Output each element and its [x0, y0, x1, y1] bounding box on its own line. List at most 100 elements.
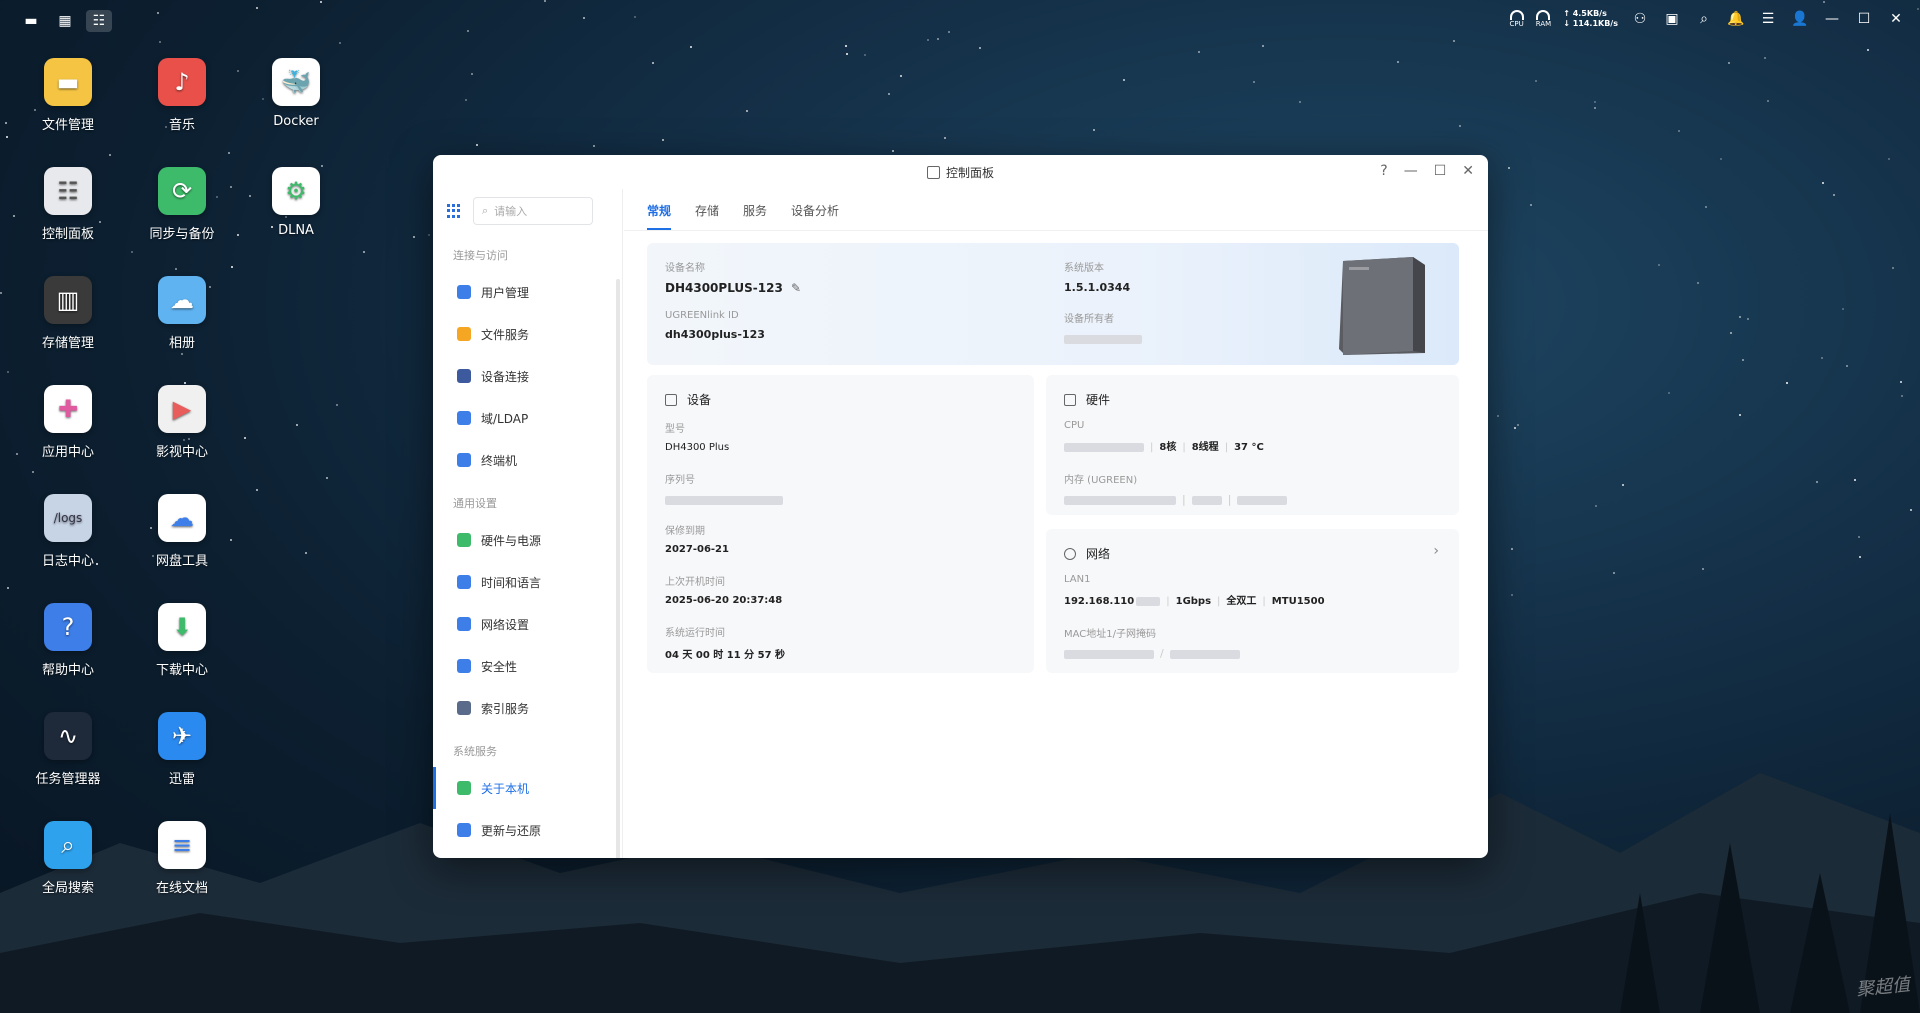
desktop-icon-download[interactable]: ⬇ 下载中心 — [132, 603, 232, 678]
tab[interactable]: 存储 — [695, 202, 719, 230]
desktop-icon-task-manager[interactable]: ∿ 任务管理器 — [18, 712, 118, 787]
star — [476, 144, 478, 146]
download-icon: ⬇ — [158, 603, 206, 651]
maximize-icon[interactable]: ☐ — [1434, 163, 1447, 179]
desktop-icon-dlna[interactable]: ⚙ DLNA — [246, 167, 346, 238]
edit-icon[interactable]: ✎ — [791, 281, 801, 295]
desktop-icon-label: 网盘工具 — [155, 554, 208, 569]
minimize-icon[interactable]: — — [1822, 9, 1842, 29]
star — [237, 234, 239, 236]
desktop-icon-thunder[interactable]: ✈ 迅雷 — [132, 712, 232, 787]
help-icon[interactable]: ? — [1380, 163, 1387, 179]
hardware-card-title: 硬件 — [1086, 393, 1111, 407]
desktop-icon-folder[interactable]: ▬ 文件管理 — [18, 58, 118, 133]
sidebar-item[interactable]: 时间和语言 — [433, 561, 622, 603]
monitor-icon[interactable]: ▣ — [1662, 9, 1682, 29]
chevron-right-icon[interactable]: › — [1433, 543, 1439, 559]
star — [593, 145, 595, 147]
star — [181, 353, 183, 355]
tab[interactable]: 服务 — [743, 202, 767, 230]
desktop-icon-help[interactable]: ? 帮助中心 — [18, 603, 118, 678]
desktop-icon-app-center[interactable]: ✚ 应用中心 — [18, 385, 118, 460]
show-desktop-icon[interactable]: ▬ — [18, 10, 44, 32]
subnet-redacted — [1169, 649, 1240, 659]
network-card-title: 网络 — [1086, 547, 1111, 561]
sidebar-item[interactable]: 关于本机 — [433, 767, 622, 809]
sidebar-item[interactable]: 设备连接 — [433, 355, 622, 397]
bell-icon[interactable]: 🔔 — [1726, 9, 1746, 29]
app-grid-icon[interactable] — [447, 204, 461, 218]
search-icon: ⌕ — [482, 204, 489, 217]
folder-icon: ▬ — [44, 58, 92, 106]
star — [746, 110, 748, 112]
sidebar-group-title: 通用设置 — [453, 497, 497, 510]
network-speed[interactable]: ↑ 4.5KB/s ↓ 114.1KB/s — [1563, 9, 1618, 29]
star — [109, 154, 111, 156]
settings-list-icon[interactable]: ☰ — [1758, 9, 1778, 29]
user-device-icon[interactable]: ⚇ — [1630, 9, 1650, 29]
close-icon[interactable]: ✕ — [1462, 163, 1474, 179]
star — [846, 53, 848, 55]
desktop-icon-label: 下载中心 — [155, 663, 208, 678]
desktop-icon-label: 文件管理 — [41, 118, 94, 133]
close-icon[interactable]: ✕ — [1886, 9, 1906, 29]
star — [892, 150, 894, 152]
ram-gauge[interactable]: RAM — [1536, 10, 1551, 28]
user-icon[interactable]: 👤 — [1790, 9, 1810, 29]
sidebar-scrollbar[interactable] — [616, 279, 620, 858]
maximize-icon[interactable]: ☐ — [1854, 9, 1874, 29]
desktop-icon-docker[interactable]: 🐳 Docker — [246, 58, 346, 129]
star — [1511, 594, 1513, 596]
memory-label: 内存 (UGREEN) — [1064, 475, 1138, 486]
search-placeholder: 请输入 — [494, 205, 528, 218]
download-speed: 114.1KB/s — [1572, 19, 1618, 28]
star — [1842, 308, 1844, 310]
desktop-icon-photo[interactable]: ☁ 相册 — [132, 276, 232, 351]
desktop-icon-cloud-drive[interactable]: ☁ 网盘工具 — [132, 494, 232, 569]
window-titlebar[interactable]: 控制面板 ? — ☐ ✕ — [433, 155, 1488, 189]
star — [1720, 158, 1722, 160]
star — [1299, 101, 1301, 103]
search-input[interactable]: ⌕ 请输入 — [473, 197, 593, 225]
docker-icon: 🐳 — [272, 58, 320, 106]
tab[interactable]: 设备分析 — [791, 202, 839, 230]
desktop-icon-music[interactable]: ♪ 音乐 — [132, 58, 232, 133]
cpu-gauge[interactable]: CPU — [1510, 10, 1524, 28]
nas-device-image — [1339, 257, 1425, 355]
search-icon[interactable]: ⌕ — [1694, 9, 1714, 29]
desktop-icon-sync[interactable]: ⟳ 同步与备份 — [132, 167, 232, 242]
sidebar-item[interactable]: 索引服务 — [433, 687, 622, 729]
memory-redacted — [1064, 495, 1176, 505]
thunder-icon: ✈ — [158, 712, 206, 760]
sidebar-item-icon — [457, 659, 471, 673]
star — [1511, 548, 1513, 550]
star — [326, 477, 328, 479]
sidebar-item[interactable]: 用户管理 — [433, 271, 622, 313]
lan-label: LAN1 — [1064, 574, 1091, 585]
tab[interactable]: 常规 — [647, 202, 672, 230]
star — [428, 234, 430, 236]
app-grid-icon[interactable]: ▦ — [52, 10, 78, 32]
star — [32, 471, 34, 473]
desktop-icon-video[interactable]: ▶ 影视中心 — [132, 385, 232, 460]
sidebar-item[interactable]: 文件服务 — [433, 313, 622, 355]
control-panel-window[interactable]: 控制面板 ? — ☐ ✕ ⌕ 请输入 连接与访问 用户管理 文件服务 设备连接 域/LD… — [433, 155, 1488, 858]
star — [465, 99, 467, 101]
star — [228, 152, 230, 154]
minimize-icon[interactable]: — — [1404, 163, 1418, 179]
control-panel-taskbar-icon[interactable]: ☷ — [86, 10, 112, 32]
sidebar-item[interactable]: 安全性 — [433, 645, 622, 687]
desktop-icon-storage[interactable]: ▥ 存储管理 — [18, 276, 118, 351]
sidebar-item[interactable]: 硬件与电源 — [433, 519, 622, 561]
desktop-icon-logs[interactable]: /logs 日志中心 — [18, 494, 118, 569]
sidebar-item[interactable]: 网络设置 — [433, 603, 622, 645]
desktop-icon-control-panel[interactable]: ☷ 控制面板 — [18, 167, 118, 242]
sidebar-item[interactable]: 更新与还原 — [433, 809, 622, 851]
desktop-icon-global-search[interactable]: ⌕ 全局搜索 — [18, 821, 118, 896]
sidebar-item[interactable]: 域/LDAP — [433, 397, 622, 439]
sync-icon: ⟳ — [158, 167, 206, 215]
desktop-icon-doc[interactable]: ≡ 在线文档 — [132, 821, 232, 896]
sidebar-item[interactable]: 终端机 — [433, 439, 622, 481]
network-card[interactable]: 网络 › LAN1 192.168.110 | 1Gbps | 全双工 | MTU1500 … — [1046, 529, 1459, 673]
star — [1747, 318, 1749, 320]
